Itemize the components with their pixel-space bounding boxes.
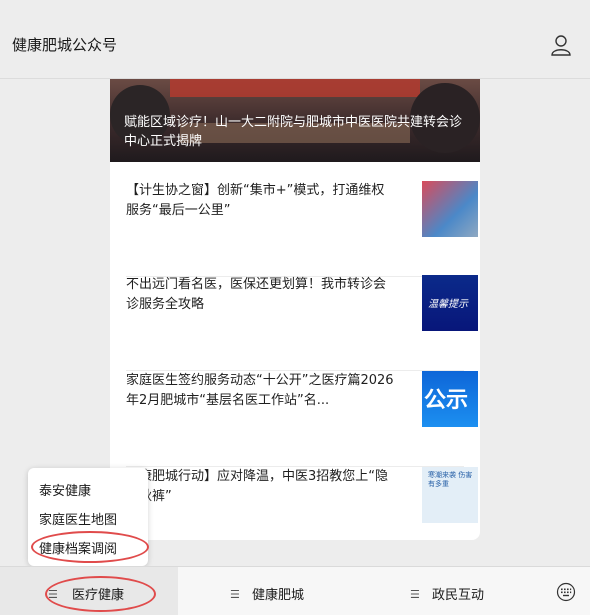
hero-caption: 赋能区域诊疗！山一大二附院与肥城市中医医院共建转会诊中心正式揭牌 [124, 115, 463, 149]
tab-label: 政民互动 [432, 588, 485, 603]
hero-banner-decoration [170, 79, 420, 97]
keyboard-icon[interactable] [556, 582, 576, 602]
article-title: 不出远门看名医，医保还更划算！我市转诊会诊服务全攻略 [126, 277, 387, 312]
menu-icon: ☰ [410, 588, 420, 601]
article-thumbnail: 寒潮来袭 伤害有多重 [422, 467, 478, 523]
article-item-3[interactable]: 家庭医生签约服务动态“十公开”之医疗篇2026年2月肥城市“基层名医工作站”名.… [126, 371, 478, 467]
thumbnail-text: 公示 [424, 388, 469, 413]
article-item-4[interactable]: 健康肥城行动】应对降温，中医3招教您上“隐形秋裤” 寒潮来袭 伤害有多重 [126, 467, 478, 540]
thumbnail-text: 寒潮来袭 伤害有多重 [428, 471, 473, 488]
hero-article[interactable]: 赋能区域诊疗！山一大二附院与肥城市中医医院共建转会诊中心正式揭牌 [110, 79, 480, 162]
tab-health-feicheng[interactable]: ☰ 健康肥城 [178, 567, 358, 615]
article-title: 家庭医生签约服务动态“十公开”之医疗篇2026年2月肥城市“基层名医工作站”名.… [126, 373, 394, 408]
annotation-circle [31, 531, 149, 563]
article-title: 【计生协之窗】创新“集市+”模式，打通维权服务“最后一公里” [126, 183, 385, 218]
thumbnail-text: 温馨提示 [428, 299, 468, 310]
account-title: 健康肥城公众号 [12, 36, 118, 54]
user-icon[interactable] [550, 34, 572, 56]
article-card: 赋能区域诊疗！山一大二附院与肥城市中医医院共建转会诊中心正式揭牌 【计生协之窗】… [110, 79, 480, 540]
article-item-1[interactable]: 【计生协之窗】创新“集市+”模式，打通维权服务“最后一公里” [126, 181, 478, 277]
tab-gov-interaction[interactable]: ☰ 政民互动 [358, 567, 538, 615]
article-thumbnail [422, 181, 478, 237]
tab-label: 健康肥城 [252, 588, 305, 603]
submenu-item-taian-health[interactable]: 泰安健康 [39, 480, 91, 499]
article-title: 健康肥城行动】应对降温，中医3招教您上“隐形秋裤” [126, 469, 389, 504]
app-header: 健康肥城公众号 [0, 0, 590, 79]
menu-icon: ☰ [230, 588, 240, 601]
submenu-item-family-doctor-map[interactable]: 家庭医生地图 [39, 509, 117, 528]
article-thumbnail: 温馨提示 [422, 275, 478, 331]
annotation-circle [45, 576, 156, 612]
article-thumbnail: 公示 [422, 371, 478, 427]
article-item-2[interactable]: 不出远门看名医，医保还更划算！我市转诊会诊服务全攻略 温馨提示 [126, 275, 478, 371]
